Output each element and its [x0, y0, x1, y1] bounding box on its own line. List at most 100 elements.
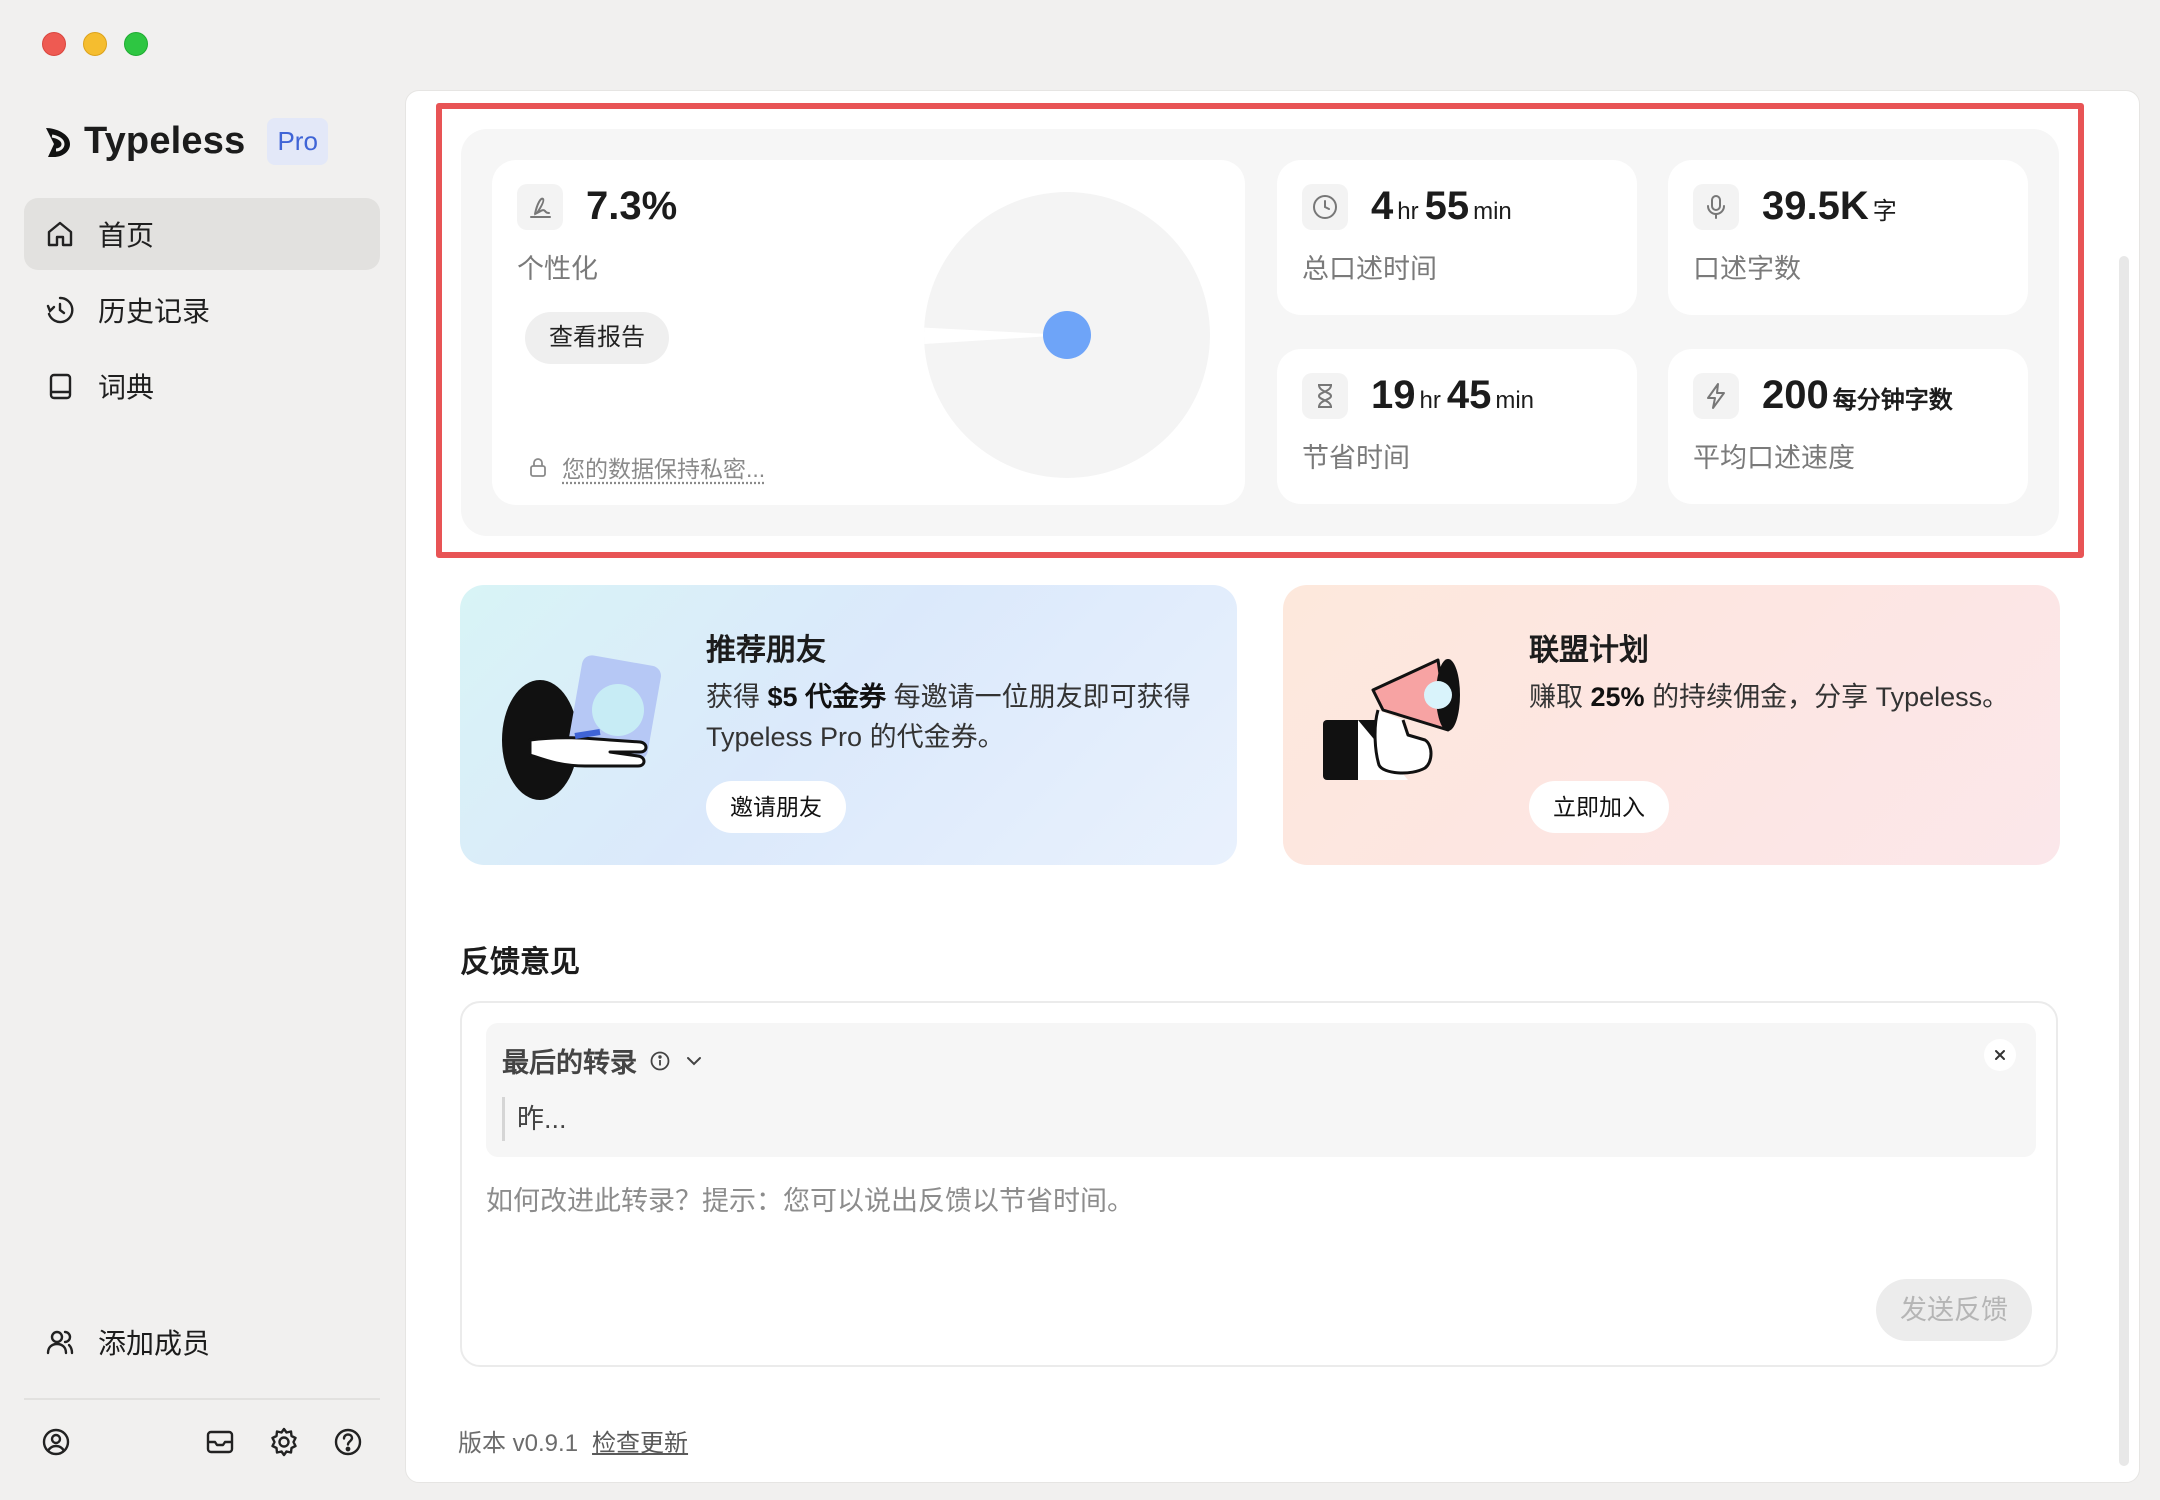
speed-number: 200: [1762, 373, 1829, 417]
word-count-card: 39.5K 字 口述字数: [1668, 160, 2028, 315]
affiliate-desc-bold: 25%: [1590, 682, 1645, 712]
saved-time-hours: 19: [1371, 373, 1416, 417]
clock-icon: [1313, 195, 1337, 219]
brand: Typeless Pro: [42, 118, 328, 165]
word-count-number: 39.5K: [1762, 184, 1869, 228]
affiliate-card: 联盟计划 赚取 25% 的持续佣金，分享 Typeless。 立即加入: [1283, 585, 2060, 865]
sidebar-footer: [0, 1426, 405, 1460]
speed-unit: 每分钟字数: [1832, 387, 1953, 414]
personalization-card: 7.3% 个性化 查看报告 您的数据保持私密...: [492, 160, 1245, 505]
help-icon[interactable]: [332, 1426, 364, 1458]
word-count-unit: 字: [1872, 198, 1897, 225]
last-transcript-label: 最后的转录: [502, 1048, 637, 1078]
history-icon: [46, 296, 74, 324]
sidebar: Typeless Pro 首页 历史记录 词典 添加成员: [0, 0, 405, 1500]
megaphone-illustration: [1323, 658, 1460, 780]
close-icon: [1995, 1050, 2005, 1060]
last-transcript-header[interactable]: 最后的转录: [502, 1041, 705, 1080]
personalization-value: 7.3%: [586, 184, 678, 228]
saved-time-minutes: 45: [1446, 373, 1492, 417]
word-count-label: 口述字数: [1693, 254, 1801, 284]
refer-description: 获得 $5 代金券 每邀请一位朋友即可获得 Typeless Pro 的代金券。: [706, 677, 1206, 757]
close-transcript-button[interactable]: [1984, 1039, 2016, 1071]
total-time-card: 4 hr 55 min 总口述时间: [1277, 160, 1637, 315]
saved-time-value: 19 hr 45 min: [1371, 373, 1540, 418]
microphone-icon: [1707, 195, 1725, 219]
total-time-value: 4 hr 55 min: [1371, 184, 1518, 229]
view-report-button[interactable]: 查看报告: [525, 312, 669, 364]
feedback-input[interactable]: 如何改进此转录？提示：您可以说出反馈以节省时间。: [486, 1179, 1134, 1218]
total-time-hours: 4: [1371, 184, 1394, 228]
mail-icon[interactable]: [204, 1426, 236, 1458]
lock-icon: [530, 458, 546, 477]
brand-name: Typeless: [84, 120, 246, 162]
users-icon: [46, 1330, 74, 1355]
speed-icon-box: [1693, 373, 1739, 419]
affiliate-title: 联盟计划: [1529, 634, 1649, 667]
typeless-logo-icon: [46, 127, 70, 157]
check-update-link[interactable]: 检查更新: [592, 1430, 688, 1457]
word-count-value: 39.5K 字: [1762, 184, 1903, 229]
total-time-label: 总口述时间: [1302, 254, 1437, 284]
refer-desc-bold: $5 代金券: [767, 682, 887, 712]
stats-section: 7.3% 个性化 查看报告 您的数据保持私密... 4 hr 55 min 总口…: [461, 129, 2059, 536]
add-member-label: 添加成员: [98, 1328, 211, 1359]
pro-badge: Pro: [267, 118, 328, 165]
referral-illustration: [502, 655, 661, 800]
sidebar-item-label: 首页: [98, 220, 155, 251]
send-feedback-button[interactable]: 发送反馈: [1876, 1279, 2032, 1341]
personalization-icon-box: [517, 184, 563, 230]
personalization-pie: [924, 192, 1210, 478]
sidebar-item-dictionary[interactable]: 词典: [24, 350, 380, 422]
invite-friend-button[interactable]: 邀请朋友: [706, 781, 846, 833]
signature-icon: [530, 197, 551, 218]
speed-card: 200 每分钟字数 平均口述速度: [1668, 349, 2028, 504]
affiliate-desc-prefix: 赚取: [1529, 682, 1591, 712]
affiliate-description: 赚取 25% 的持续佣金，分享 Typeless。: [1529, 677, 2029, 717]
add-member-button[interactable]: 添加成员: [44, 1322, 210, 1362]
sidebar-divider: [24, 1398, 380, 1400]
pie-dot: [1043, 311, 1091, 359]
privacy-note[interactable]: 您的数据保持私密...: [528, 450, 765, 484]
info-icon[interactable]: [649, 1050, 671, 1072]
saved-time-card: 19 hr 45 min 节省时间: [1277, 349, 1637, 504]
refer-title: 推荐朋友: [706, 634, 826, 667]
personalization-label: 个性化: [517, 254, 598, 284]
sidebar-nav: 首页 历史记录 词典: [24, 198, 380, 426]
feedback-title: 反馈意见: [460, 946, 580, 979]
main-panel: 7.3% 个性化 查看报告 您的数据保持私密... 4 hr 55 min 总口…: [405, 90, 2140, 1483]
hours-unit: hr: [1397, 198, 1419, 225]
lightning-icon: [1707, 383, 1725, 409]
total-time-minutes: 55: [1424, 184, 1470, 228]
word-count-icon-box: [1693, 184, 1739, 230]
affiliate-desc-suffix: 的持续佣金，分享 Typeless。: [1644, 682, 2010, 712]
minutes-unit: min: [1473, 198, 1512, 225]
account-icon[interactable]: [40, 1426, 72, 1458]
speed-label: 平均口述速度: [1693, 443, 1855, 473]
last-transcript-panel: 最后的转录 昨...: [486, 1023, 2036, 1157]
sidebar-item-label: 词典: [98, 372, 155, 403]
minutes-unit: min: [1495, 387, 1535, 414]
chevron-down-icon[interactable]: [683, 1050, 705, 1072]
privacy-text: 您的数据保持私密...: [562, 456, 766, 482]
feedback-box: 最后的转录 昨... 如何改进此转录？提示：您可以说出反馈以节省时间。 发送反馈: [460, 1001, 2058, 1367]
sidebar-item-label: 历史记录: [98, 296, 211, 327]
version-text: 版本 v0.9.1: [458, 1430, 579, 1457]
saved-time-icon-box: [1302, 373, 1348, 419]
settings-icon[interactable]: [268, 1426, 300, 1458]
refer-desc-prefix: 获得: [706, 682, 768, 712]
sidebar-item-home[interactable]: 首页: [24, 198, 380, 270]
refer-friend-card: 推荐朋友 获得 $5 代金券 每邀请一位朋友即可获得 Typeless Pro …: [460, 585, 1237, 865]
sidebar-item-history[interactable]: 历史记录: [24, 274, 380, 346]
hours-unit: hr: [1419, 387, 1441, 414]
home-icon: [47, 221, 73, 247]
book-icon: [49, 373, 72, 400]
version-info: 版本 v0.9.1 检查更新: [458, 1423, 688, 1458]
total-time-icon-box: [1302, 184, 1348, 230]
scrollbar[interactable]: [2119, 256, 2129, 1466]
transcript-quote: 昨...: [502, 1097, 567, 1141]
saved-time-label: 节省时间: [1302, 443, 1410, 473]
join-now-button[interactable]: 立即加入: [1529, 781, 1669, 833]
speed-value: 200 每分钟字数: [1762, 373, 1959, 418]
hourglass-icon: [1318, 384, 1332, 408]
